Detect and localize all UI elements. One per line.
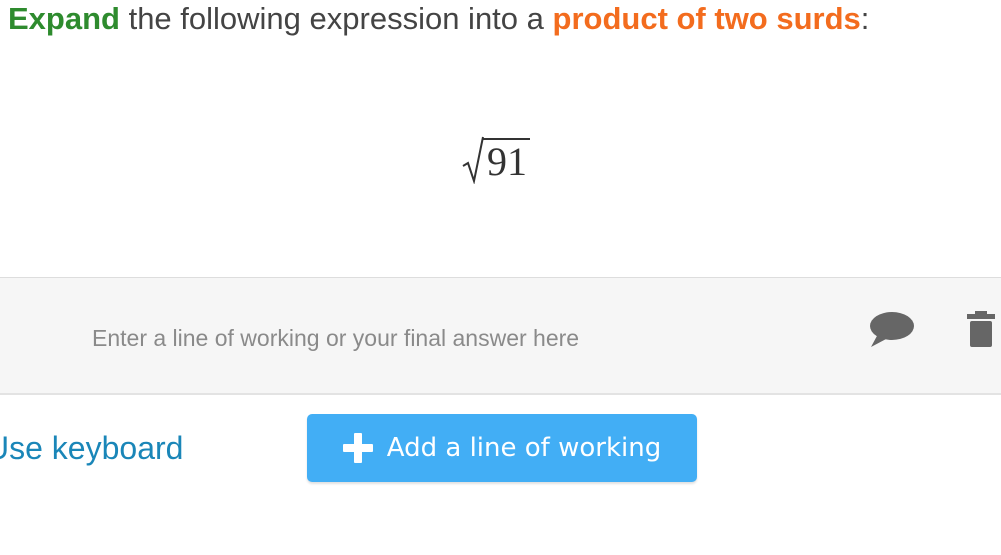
question-end: : [860, 1, 870, 36]
question-prompt: Expand the following expression into a p… [8, 0, 869, 38]
math-expression: 91 [462, 128, 530, 184]
page: Expand the following expression into a p… [0, 0, 1001, 555]
radical-sign [462, 136, 484, 184]
comment-icon [870, 312, 914, 347]
question-target: product of two surds [552, 1, 861, 36]
radicand: 91 [483, 138, 530, 184]
add-line-button[interactable]: Add a line of working [307, 414, 697, 482]
plus-icon [342, 433, 373, 463]
add-line-label: Add a line of working [386, 433, 662, 463]
trash-icon [967, 311, 995, 347]
question-verb: Expand [8, 1, 120, 36]
working-line-input[interactable] [92, 320, 792, 356]
working-line-row [0, 277, 1001, 395]
comment-button[interactable] [868, 310, 916, 350]
delete-line-button[interactable] [966, 311, 996, 347]
use-keyboard-link[interactable]: Use keyboard [0, 428, 183, 468]
question-middle: the following expression into a [119, 1, 553, 36]
